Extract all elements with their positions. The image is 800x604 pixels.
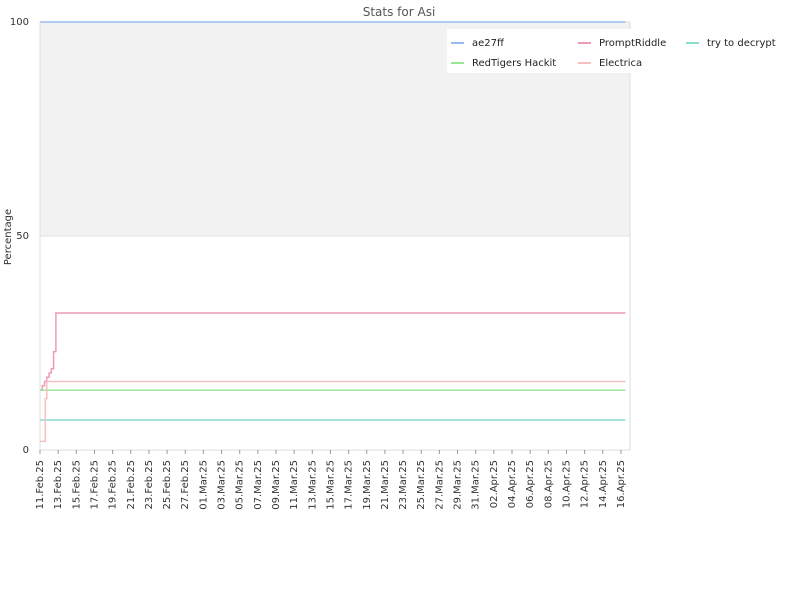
x-tick-label: 16.Apr.25	[616, 460, 627, 508]
x-tick-label: 01.Mar.25	[198, 460, 209, 510]
x-tick-label: 27.Mar.25	[434, 460, 445, 510]
x-tick-label: 10.Apr.25	[561, 460, 572, 508]
x-axis-ticks: 11.Feb.25 13.Feb.25 15.Feb.25 17.Feb.25 19.F…	[35, 450, 627, 510]
x-tick-label: 14.Apr.25	[598, 460, 609, 508]
x-tick-label: 13.Feb.25	[53, 460, 64, 510]
y-tick-label: 50	[16, 231, 29, 242]
x-tick-label: 07.Mar.25	[253, 460, 264, 510]
x-tick-label: 02.Apr.25	[489, 460, 500, 508]
x-tick-label: 12.Apr.25	[580, 460, 591, 508]
x-tick-label: 19.Feb.25	[108, 460, 119, 510]
chart: Stats for Asi Percentage 0 50 100 11.Feb.2…	[0, 0, 800, 600]
x-tick-label: 29.Mar.25	[453, 460, 464, 510]
x-tick-label: 27.Feb.25	[180, 460, 191, 510]
x-tick-label: 17.Feb.25	[89, 460, 100, 510]
x-tick-label: 31.Mar.25	[471, 460, 482, 510]
x-tick-label: 08.Apr.25	[543, 460, 554, 508]
x-tick-label: 17.Mar.25	[344, 460, 355, 510]
chart-title: Stats for Asi	[363, 5, 436, 19]
y-tick-label: 100	[10, 17, 29, 28]
x-tick-label: 13.Mar.25	[307, 460, 318, 510]
x-tick-label: 15.Mar.25	[325, 460, 336, 510]
x-tick-label: 03.Mar.25	[217, 460, 228, 510]
x-tick-label: 19.Mar.25	[362, 460, 373, 510]
x-tick-label: 04.Apr.25	[507, 460, 518, 508]
x-tick-label: 11.Feb.25	[35, 460, 46, 510]
legend: ae27ff PromptRiddle try to decrypt RedTiger…	[447, 29, 777, 73]
x-tick-label: 06.Apr.25	[525, 460, 536, 508]
x-tick-label: 21.Feb.25	[126, 460, 137, 510]
x-tick-label: 15.Feb.25	[71, 460, 82, 510]
x-tick-label: 11.Mar.25	[289, 460, 300, 510]
x-tick-label: 21.Mar.25	[380, 460, 391, 510]
x-tick-label: 25.Feb.25	[162, 460, 173, 510]
x-tick-label: 05.Mar.25	[235, 460, 246, 510]
x-tick-label: 23.Feb.25	[144, 460, 155, 510]
y-axis-label: Percentage	[3, 209, 14, 265]
legend-label: Electrica	[599, 58, 642, 69]
legend-label: ae27ff	[472, 38, 505, 49]
y-tick-label: 0	[23, 445, 29, 456]
x-tick-label: 09.Mar.25	[271, 460, 282, 510]
x-tick-label: 23.Mar.25	[398, 460, 409, 510]
legend-label: PromptRiddle	[599, 38, 666, 49]
line-chart: Stats for Asi Percentage 0 50 100 11.Feb.2…	[3, 5, 777, 510]
x-tick-label: 25.Mar.25	[416, 460, 427, 510]
legend-label: try to decrypt	[707, 38, 776, 49]
legend-label: RedTigers Hackit	[472, 58, 556, 69]
